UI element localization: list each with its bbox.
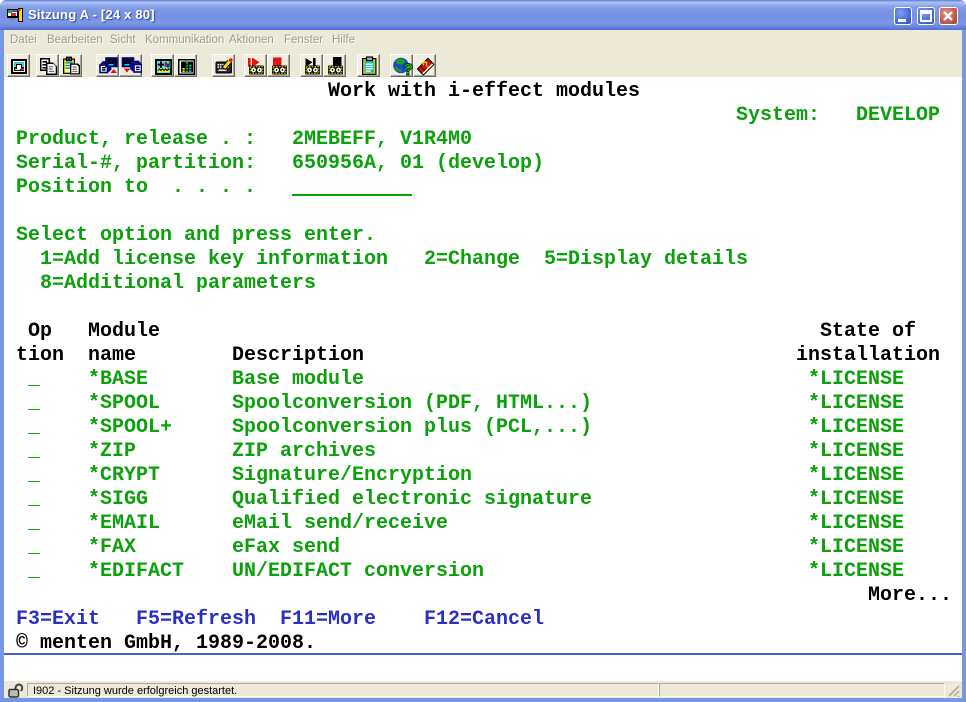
svg-text:?: ? [403, 60, 413, 77]
